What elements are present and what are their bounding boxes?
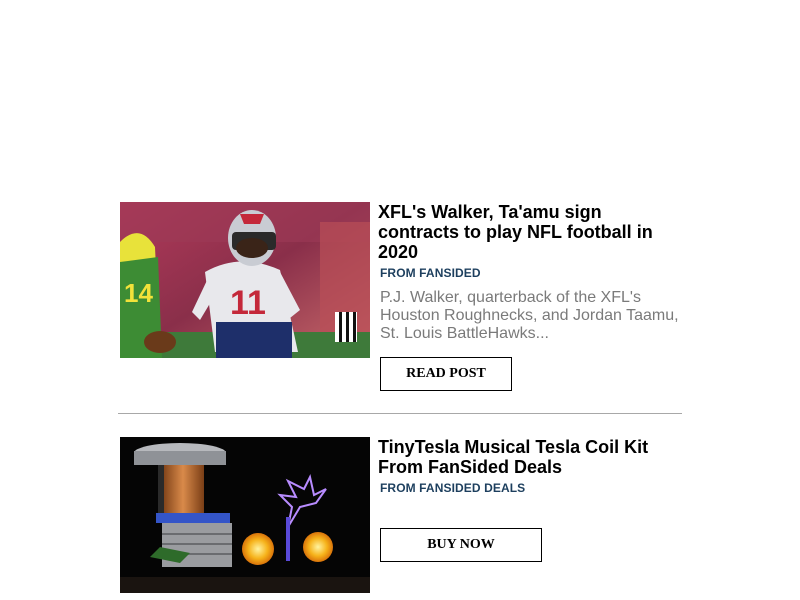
article-card: TinyTesla Musical Tesla Coil Kit From Fa… [120,437,682,597]
read-post-button[interactable]: READ POST [380,357,512,391]
article-source: FROM FANSIDED [380,266,481,280]
tesla-coil-photo-icon [120,437,370,593]
article-card: 14 11 XFL's Walker, Ta'amu sign contract… [120,202,682,414]
article-title[interactable]: TinyTesla Musical Tesla Coil Kit From Fa… [378,437,682,477]
article-divider [118,413,682,414]
buy-now-button[interactable]: BUY NOW [380,528,542,562]
article-excerpt: P.J. Walker, quarterback of the XFL's Ho… [380,289,679,342]
article-thumbnail[interactable] [120,437,370,593]
svg-text:14: 14 [124,278,153,308]
svg-text:11: 11 [230,284,266,322]
article-feed: 14 11 XFL's Walker, Ta'amu sign contract… [118,202,682,593]
article-body: XFL's Walker, Ta'amu sign contracts to p… [378,202,682,391]
article-title[interactable]: XFL's Walker, Ta'amu sign contracts to p… [378,202,682,262]
article-thumbnail[interactable]: 14 11 [120,202,370,358]
article-body: TinyTesla Musical Tesla Coil Kit From Fa… [378,437,682,562]
football-player-photo-icon: 14 11 [120,202,370,358]
article-source: FROM FANSIDED DEALS [380,481,526,495]
